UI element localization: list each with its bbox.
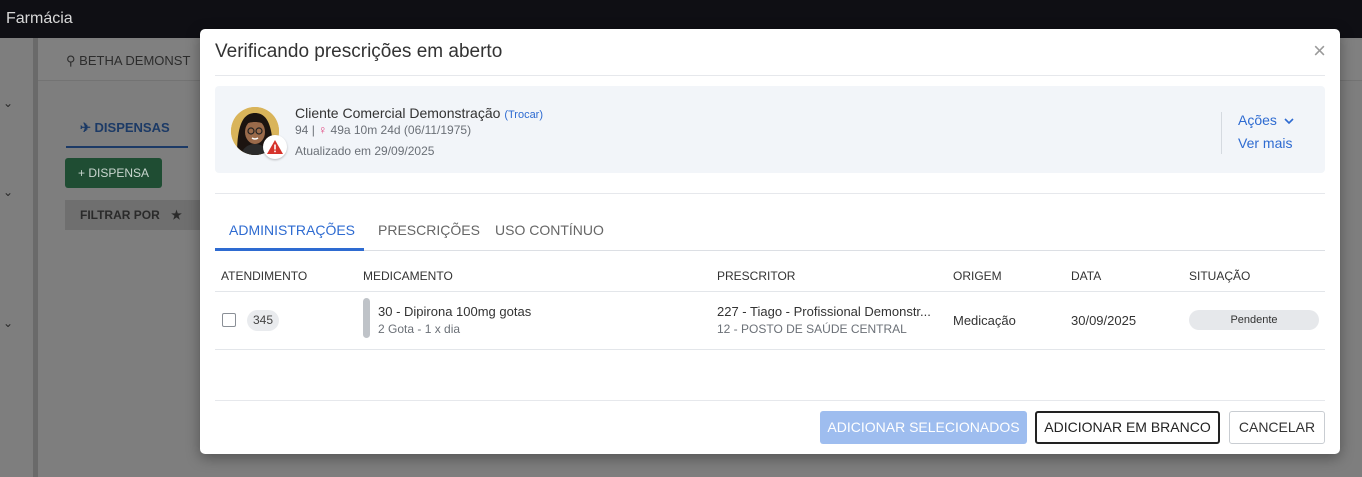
info-separator: |: [311, 123, 315, 137]
pills-icon: ✈: [80, 120, 91, 135]
filter-label: FILTRAR POR: [80, 208, 160, 222]
row-checkbox[interactable]: [222, 313, 236, 327]
patient-info: 94 | ♀ 49a 10m 24d (06/11/1975): [295, 123, 471, 137]
column-header-medicamento[interactable]: MEDICAMENTO: [363, 269, 453, 283]
star-icon[interactable]: ★: [171, 208, 182, 222]
atendimento-badge: 345: [247, 310, 279, 331]
card-divider: [215, 193, 1325, 194]
actions-divider: [1221, 112, 1222, 154]
patient-name-row: Cliente Comercial Demonstração (Trocar): [295, 105, 543, 121]
origin-value: Medicação: [953, 313, 1016, 328]
medication-dosage: 2 Gota - 1 x dia: [378, 322, 461, 336]
column-header-origem[interactable]: ORIGEM: [953, 269, 1002, 283]
new-dispense-button[interactable]: + DISPENSA: [65, 158, 162, 188]
patient-code: 94: [295, 123, 309, 137]
table-row-divider: [215, 349, 1325, 350]
actions-label: Ações: [1238, 112, 1277, 128]
patient-updated: Atualizado em 29/09/2025: [295, 144, 435, 158]
see-more-link[interactable]: Ver mais: [1238, 135, 1292, 151]
status-badge: Pendente: [1189, 310, 1319, 330]
actions-menu[interactable]: Ações: [1238, 112, 1294, 128]
date-value: 30/09/2025: [1071, 313, 1137, 328]
app-title: Farmácia: [6, 10, 73, 27]
plus-icon: +: [77, 166, 85, 180]
column-header-prescritor[interactable]: PRESCRITOR: [717, 269, 795, 283]
patient-card: Cliente Comercial Demonstração (Trocar) …: [215, 86, 1325, 173]
prescriber-unit: 12 - POSTO DE SAÚDE CENTRAL: [717, 322, 907, 336]
chevron-down-icon[interactable]: ⌄: [3, 316, 13, 330]
patient-age: 49a 10m 24d (06/11/1975): [330, 123, 472, 137]
female-icon: ♀: [318, 123, 328, 137]
tabs-baseline: [215, 250, 1325, 251]
tab-administracoes[interactable]: ADMINISTRAÇÕES: [229, 222, 355, 238]
chevron-down-icon[interactable]: ⌄: [3, 185, 13, 199]
column-header-data[interactable]: DATA: [1071, 269, 1101, 283]
medication-name: 30 - Dipirona 100mg gotas: [378, 304, 532, 319]
add-blank-button[interactable]: ADICIONAR EM BRANCO: [1035, 411, 1220, 444]
header-divider: [215, 75, 1325, 76]
column-header-situacao[interactable]: SITUAÇÃO: [1189, 269, 1250, 283]
breadcrumb: ⚲ BETHA DEMONST: [66, 53, 190, 69]
footer-divider: [215, 400, 1325, 401]
medication-indicator: [363, 298, 370, 338]
active-tab-indicator: [215, 248, 364, 251]
tab-dispensas[interactable]: ✈ DISPENSAS: [80, 120, 170, 136]
table-header-divider: [215, 291, 1325, 292]
tab-prescricoes[interactable]: PRESCRIÇÕES: [378, 222, 480, 238]
change-patient-link[interactable]: (Trocar): [504, 109, 543, 121]
new-dispense-label: DISPENSA: [88, 166, 150, 180]
tab-label: DISPENSAS: [94, 120, 170, 135]
add-selected-button[interactable]: ADICIONAR SELECIONADOS: [820, 411, 1027, 444]
close-icon[interactable]: ×: [1313, 39, 1326, 63]
prescriptions-modal: Verificando prescrições em aberto × Clie…: [200, 29, 1340, 454]
column-header-atendimento[interactable]: ATENDIMENTO: [221, 269, 307, 283]
warning-icon[interactable]: [263, 135, 287, 159]
cancel-button[interactable]: CANCELAR: [1229, 411, 1325, 444]
sidebar-divider: [33, 38, 38, 477]
filter-bar[interactable]: FILTRAR POR ★: [65, 200, 205, 230]
tab-indicator: [66, 146, 188, 148]
patient-name: Cliente Comercial Demonstração: [295, 105, 501, 121]
prescriber-name: 227 - Tiago - Profissional Demonstr...: [717, 304, 931, 319]
tab-uso-continuo[interactable]: USO CONTÍNUO: [495, 222, 604, 238]
chevron-down-icon[interactable]: ⌄: [3, 96, 13, 110]
modal-title: Verificando prescrições em aberto: [215, 41, 503, 62]
pill-icon: ⚲: [66, 53, 76, 68]
chevron-down-icon: [1284, 118, 1294, 125]
breadcrumb-label: BETHA DEMONST: [79, 53, 191, 68]
